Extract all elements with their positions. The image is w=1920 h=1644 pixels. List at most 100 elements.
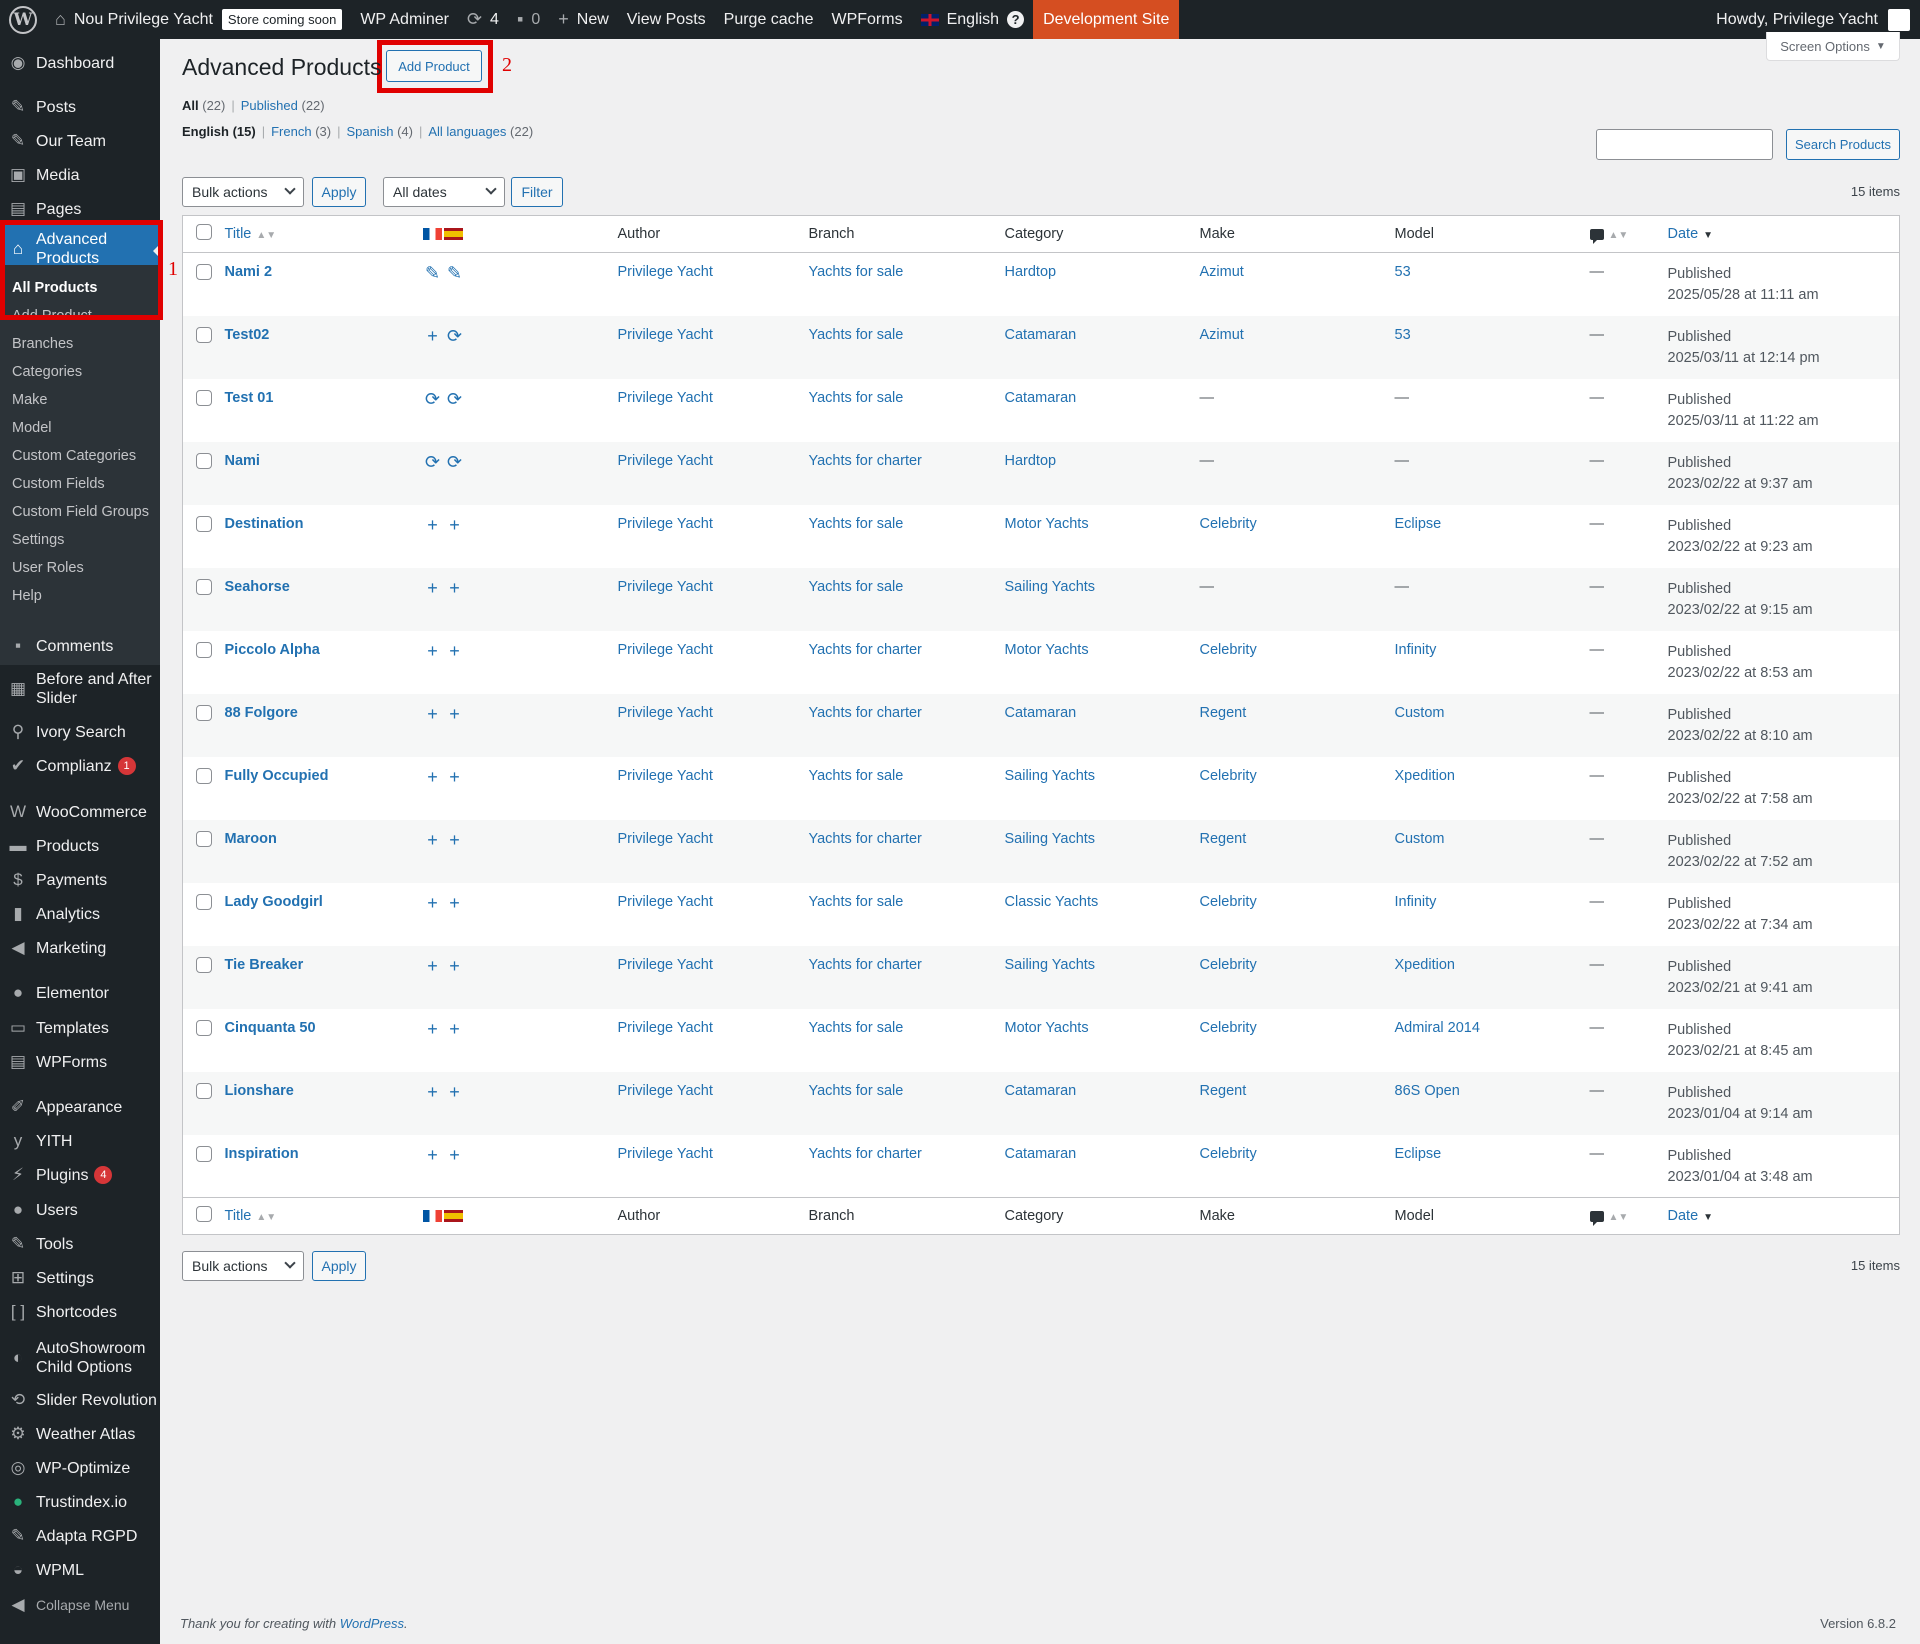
submenu-help[interactable]: Help	[12, 587, 42, 605]
bulk-actions-select-bottom[interactable]: Bulk actions	[182, 1251, 304, 1281]
model-link[interactable]: Admiral 2014	[1395, 1020, 1480, 1036]
sidebar-item-products[interactable]: ▬ Products	[0, 834, 160, 858]
make-link[interactable]: Azimut	[1200, 327, 1244, 343]
search-products-button[interactable]: Search Products	[1786, 129, 1900, 160]
branch-link[interactable]: Yachts for charter	[809, 1146, 922, 1162]
author-link[interactable]: Privilege Yacht	[618, 264, 713, 280]
author-link[interactable]: Privilege Yacht	[618, 831, 713, 847]
author-link[interactable]: Privilege Yacht	[618, 957, 713, 973]
product-title-link[interactable]: Cinquanta 50	[225, 1020, 316, 1036]
column-comments-footer[interactable]: ▲▼	[1589, 1197, 1668, 1235]
sidebar-item-wpml[interactable]: ◒ WPML	[0, 1558, 160, 1582]
lang-all[interactable]: All languages	[428, 124, 506, 139]
model-link[interactable]: Infinity	[1395, 642, 1437, 658]
row-checkbox[interactable]	[196, 1019, 212, 1036]
category-link[interactable]: Classic Yachts	[1005, 894, 1099, 910]
category-link[interactable]: Motor Yachts	[1005, 642, 1089, 658]
wpforms-link[interactable]: WPForms	[822, 0, 911, 39]
sidebar-item-users[interactable]: ● Users	[0, 1198, 160, 1222]
filter-button[interactable]: Filter	[511, 177, 563, 207]
make-link[interactable]: Celebrity	[1200, 894, 1257, 910]
bulk-actions-select[interactable]: Bulk actions	[182, 177, 304, 207]
add-translation-icon[interactable]: +	[423, 768, 443, 786]
add-translation-icon[interactable]: +	[423, 831, 443, 849]
branch-link[interactable]: Yachts for charter	[809, 957, 922, 973]
submenu-custom-field-groups[interactable]: Custom Field Groups	[12, 503, 149, 521]
sidebar-item-before-after-slider[interactable]: ▦ Before and After Slider	[0, 670, 160, 708]
add-translation-icon[interactable]: +	[445, 894, 465, 912]
row-checkbox[interactable]	[196, 515, 212, 532]
sidebar-item-media[interactable]: ▣ Media	[0, 163, 160, 187]
submenu-custom-fields[interactable]: Custom Fields	[12, 475, 105, 493]
sidebar-item-our-team[interactable]: ✎ Our Team	[0, 129, 160, 153]
make-link[interactable]: Regent	[1200, 705, 1247, 721]
sidebar-item-tools[interactable]: ✎ Tools	[0, 1232, 160, 1256]
product-title-link[interactable]: Lionshare	[225, 1083, 294, 1099]
category-link[interactable]: Hardtop	[1005, 453, 1057, 469]
view-posts-link[interactable]: View Posts	[618, 0, 715, 39]
product-title-link[interactable]: Fully Occupied	[225, 768, 329, 784]
sidebar-item-plugins[interactable]: ⚡ Plugins 4	[0, 1163, 160, 1187]
product-title-link[interactable]: Test 01	[225, 390, 274, 406]
add-translation-icon[interactable]: +	[445, 1146, 465, 1164]
sidebar-item-slider-revolution[interactable]: ⟲ Slider Revolution	[0, 1388, 160, 1412]
updates-link[interactable]: ⟳ 4	[458, 0, 508, 39]
model-link[interactable]: Eclipse	[1395, 516, 1442, 532]
category-link[interactable]: Sailing Yachts	[1005, 768, 1096, 784]
submenu-branches[interactable]: Branches	[12, 335, 73, 353]
product-title-link[interactable]: Piccolo Alpha	[225, 642, 320, 658]
add-translation-icon[interactable]: +	[445, 1083, 465, 1101]
wordpress-link[interactable]: WordPress	[340, 1616, 404, 1631]
column-title[interactable]: Title ▲▼	[224, 215, 423, 253]
sidebar-item-templates[interactable]: ▭ Templates	[0, 1016, 160, 1040]
add-translation-icon[interactable]: +	[445, 642, 465, 660]
my-account-menu[interactable]: Howdy, Privilege Yacht	[1716, 8, 1920, 31]
add-translation-icon[interactable]: +	[423, 705, 443, 723]
sidebar-item-dashboard[interactable]: ◉ Dashboard	[0, 51, 160, 75]
add-translation-icon[interactable]: +	[445, 957, 465, 975]
column-comments[interactable]: ▲▼	[1589, 215, 1668, 253]
author-link[interactable]: Privilege Yacht	[618, 327, 713, 343]
sidebar-item-trustindex[interactable]: ● Trustindex.io	[0, 1490, 160, 1514]
category-link[interactable]: Motor Yachts	[1005, 1020, 1089, 1036]
wp-adminer-link[interactable]: WP Adminer	[351, 0, 458, 39]
sidebar-item-woocommerce[interactable]: W WooCommerce	[0, 800, 160, 824]
submenu-categories[interactable]: Categories	[12, 363, 82, 381]
new-content-menu[interactable]: + New	[549, 0, 618, 39]
author-link[interactable]: Privilege Yacht	[618, 1020, 713, 1036]
make-link[interactable]: Celebrity	[1200, 957, 1257, 973]
row-checkbox[interactable]	[196, 452, 212, 469]
store-status[interactable]: Store coming soon	[221, 0, 351, 39]
product-title-link[interactable]: Destination	[225, 516, 304, 532]
row-checkbox[interactable]	[196, 389, 212, 406]
select-all-checkbox-bottom[interactable]	[196, 1206, 212, 1222]
row-checkbox[interactable]	[196, 956, 212, 973]
view-published[interactable]: Published	[241, 98, 298, 113]
make-link[interactable]: Celebrity	[1200, 516, 1257, 532]
branch-link[interactable]: Yachts for charter	[809, 705, 922, 721]
sidebar-item-ivory-search[interactable]: ⚲ Ivory Search	[0, 720, 160, 744]
branch-link[interactable]: Yachts for sale	[809, 894, 904, 910]
add-translation-icon[interactable]: +	[423, 1083, 443, 1101]
submenu-make[interactable]: Make	[12, 391, 47, 409]
add-translation-icon[interactable]: +	[445, 1020, 465, 1038]
date-filter-select[interactable]: All dates	[383, 177, 505, 207]
product-title-link[interactable]: Nami 2	[225, 264, 273, 280]
category-link[interactable]: Sailing Yachts	[1005, 831, 1096, 847]
sidebar-item-adapta-rgpd[interactable]: ✎ Adapta RGPD	[0, 1524, 160, 1548]
add-translation-icon[interactable]: +	[445, 768, 465, 786]
product-title-link[interactable]: Inspiration	[225, 1146, 299, 1162]
site-name-menu[interactable]: ⌂ Nou Privilege Yacht	[46, 0, 222, 39]
branch-link[interactable]: Yachts for sale	[809, 579, 904, 595]
row-checkbox[interactable]	[196, 893, 212, 910]
model-link[interactable]: 53	[1395, 264, 1411, 280]
branch-link[interactable]: Yachts for sale	[809, 516, 904, 532]
make-link[interactable]: Celebrity	[1200, 642, 1257, 658]
screen-options-button[interactable]: Screen Options ▼	[1766, 32, 1900, 61]
row-checkbox[interactable]	[196, 578, 212, 595]
model-link[interactable]: Xpedition	[1395, 957, 1455, 973]
column-title-footer[interactable]: Title ▲▼	[224, 1197, 423, 1235]
search-input[interactable]	[1596, 129, 1773, 160]
author-link[interactable]: Privilege Yacht	[618, 705, 713, 721]
category-link[interactable]: Sailing Yachts	[1005, 957, 1096, 973]
